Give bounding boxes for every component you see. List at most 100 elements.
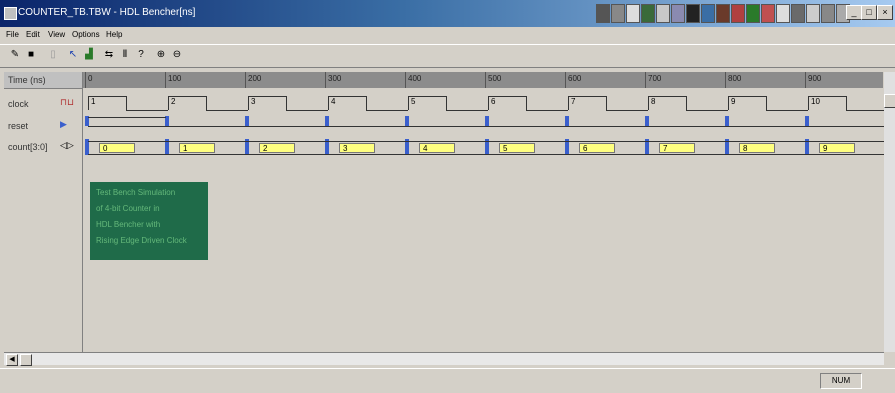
time-ruler[interactable]: 0 100 200 300 400 500 600 700 800 900 (83, 72, 883, 88)
ruler-tick-label: 0 (88, 74, 93, 83)
menu-edit[interactable]: Edit (26, 30, 40, 39)
time-header: Time (ns) (4, 72, 82, 89)
system-tray (596, 4, 850, 23)
time-label: Time (ns) (8, 75, 46, 85)
clock-fall (686, 96, 687, 110)
status-bar: NUM (0, 368, 895, 393)
reset-edge-marker (405, 116, 409, 126)
count-value: 7 (659, 143, 695, 153)
clock-low (526, 110, 568, 111)
note-line: HDL Bencher with (96, 220, 161, 229)
clock-fall (286, 96, 287, 110)
count-value: 3 (339, 143, 375, 153)
signal-clock[interactable]: clock (8, 99, 29, 109)
toolbar: ✎ ■ ▯ ↖ ▟ ⇆ Ⅱ ? ⊕ ⊖ (0, 44, 895, 68)
clock-low (766, 110, 808, 111)
select-icon[interactable]: ↖ (66, 48, 80, 62)
reset-edge-marker (325, 116, 329, 126)
clock-fall (126, 96, 127, 110)
clock-low (446, 110, 488, 111)
note-line: of 4-bit Counter in (96, 204, 160, 213)
close-button[interactable]: × (877, 5, 893, 20)
clock-cycle-label: 5 (411, 97, 416, 106)
note-line: Test Bench Simulation (96, 188, 176, 197)
clock-cycle-label: 6 (491, 97, 496, 106)
note-line: Rising Edge Driven Clock (96, 236, 187, 245)
signal-count[interactable]: count[3:0] (8, 142, 48, 152)
ruler-tick-label: 100 (168, 74, 182, 83)
horizontal-scroll-thumb[interactable] (20, 354, 32, 366)
ruler-tick-label: 400 (408, 74, 422, 83)
clock-rise (408, 96, 409, 110)
ruler-tick-label: 700 (648, 74, 662, 83)
chart-icon[interactable]: ▟ (82, 48, 96, 62)
menu-help[interactable]: Help (106, 30, 122, 39)
copy-icon[interactable]: ▯ (46, 48, 60, 62)
ruler-tick (645, 72, 646, 88)
clock-low (606, 110, 648, 111)
clock-cycle-label: 4 (331, 97, 336, 106)
horizontal-scrollbar[interactable]: ◀ (4, 352, 884, 366)
signal-reset[interactable]: reset (8, 121, 28, 131)
reset-edge-marker (645, 116, 649, 126)
vertical-scrollbar[interactable] (884, 72, 895, 352)
count-value: 5 (499, 143, 535, 153)
ruler-tick-label: 200 (248, 74, 262, 83)
clock-rise (648, 96, 649, 110)
minimize-button[interactable]: _ (846, 5, 862, 20)
pencil-icon[interactable]: ✎ (8, 48, 22, 62)
ruler-tick (805, 72, 806, 88)
clock-low (686, 110, 728, 111)
clock-fall (366, 96, 367, 110)
clock-cycle-label: 1 (91, 97, 96, 106)
vertical-scroll-thumb[interactable] (884, 94, 895, 108)
maximize-button[interactable]: □ (861, 5, 877, 20)
menu-file[interactable]: File (6, 30, 19, 39)
clock-fall (526, 96, 527, 110)
reset-edge-marker (565, 116, 569, 126)
clock-fall (206, 96, 207, 110)
clock-cycle-label: 2 (171, 97, 176, 106)
zoom-out-icon[interactable]: ⊖ (170, 48, 184, 62)
reset-high-line (88, 117, 166, 118)
ruler-tick (485, 72, 486, 88)
count-bus-top (88, 141, 884, 142)
help-icon[interactable]: ? (134, 48, 148, 62)
clock-icon: ⊓⊔ (60, 97, 75, 107)
ruler-tick (565, 72, 566, 88)
menu-view[interactable]: View (48, 30, 65, 39)
clock-cycle-label: 9 (731, 97, 736, 106)
ruler-tick-label: 500 (488, 74, 502, 83)
save-icon[interactable]: ■ (24, 48, 38, 62)
ruler-tick (245, 72, 246, 88)
pause-icon[interactable]: Ⅱ (118, 48, 132, 62)
clock-low (366, 110, 408, 111)
zoom-in-icon[interactable]: ⊕ (154, 48, 168, 62)
ruler-tick (165, 72, 166, 88)
reset-edge-marker (245, 116, 249, 126)
menu-options[interactable]: Options (72, 30, 100, 39)
clock-fall (846, 96, 847, 110)
scroll-left-arrow[interactable]: ◀ (6, 354, 18, 366)
clock-fall (766, 96, 767, 110)
reset-low-line (88, 126, 884, 127)
clock-rise (328, 96, 329, 110)
count-value: 4 (419, 143, 455, 153)
clock-cycle-label: 3 (251, 97, 256, 106)
clock-rise (808, 96, 809, 110)
ruler-tick (325, 72, 326, 88)
clock-low (846, 110, 888, 111)
ruler-tick-label: 300 (328, 74, 342, 83)
window-title: COUNTER_TB.TBW - HDL Bencher[ns] (18, 7, 196, 18)
title-bar: COUNTER_TB.TBW - HDL Bencher[ns] _ □ × (0, 0, 895, 27)
step-icon[interactable]: ⇆ (102, 48, 116, 62)
ruler-tick (405, 72, 406, 88)
clock-rise (728, 96, 729, 110)
clock-low (206, 110, 248, 111)
reset-edge-marker (485, 116, 489, 126)
clock-cycle-label: 7 (571, 97, 576, 106)
ruler-tick (725, 72, 726, 88)
ruler-tick-label: 800 (728, 74, 742, 83)
count-value: 2 (259, 143, 295, 153)
count-value: 1 (179, 143, 215, 153)
